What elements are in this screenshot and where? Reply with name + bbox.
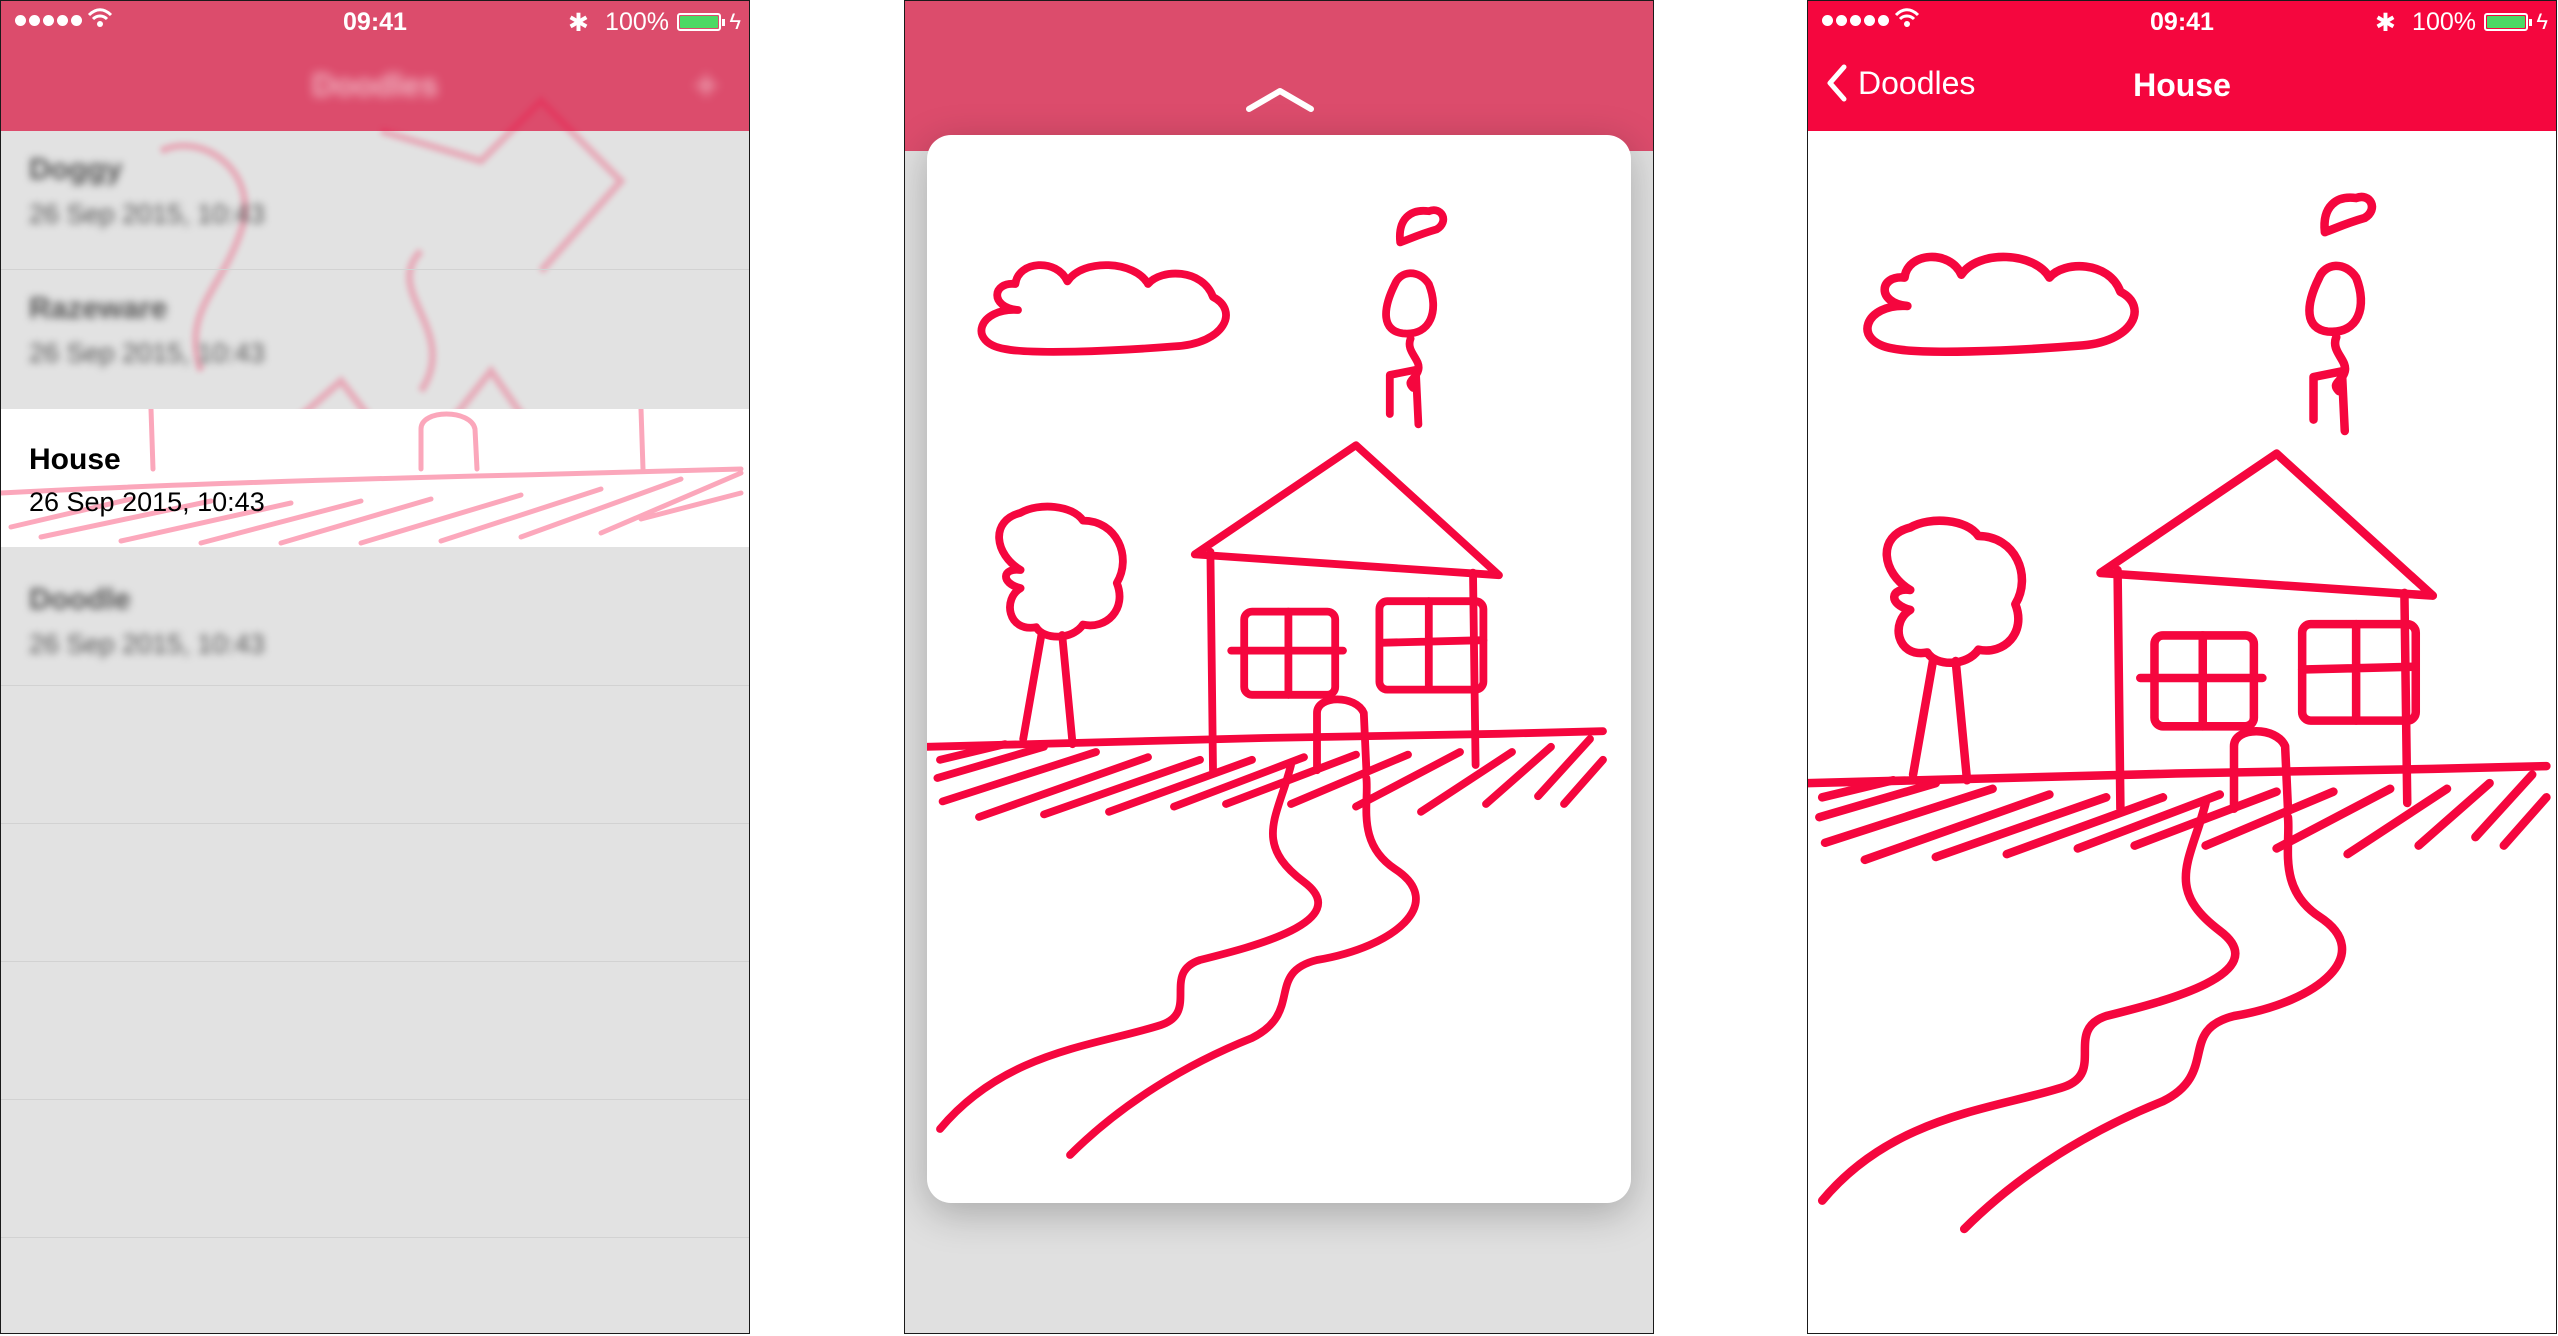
list-item-title: Doggy	[29, 153, 123, 186]
battery-percent: 100%	[605, 8, 669, 36]
list-item-selected[interactable]: House 26 Sep 2015, 10:43	[1, 409, 749, 547]
navigation-bar	[905, 1, 1653, 151]
drawing-canvas[interactable]	[1808, 131, 2557, 1334]
charging-bolt-icon: ϟ	[2536, 9, 2548, 34]
row-separator	[1, 1099, 749, 1100]
bluetooth-icon: ✱	[2375, 9, 2396, 37]
list-item[interactable]: Doggy 26 Sep 2015, 10:43	[1, 131, 749, 269]
list-screen: Doodles + 09:41 ✱ 100% ϟ Doggy 26 Sep 20…	[0, 0, 750, 1334]
battery-percent: 100%	[2412, 8, 2476, 36]
detail-screen: Doodles House 09:41 ✱ 100% ϟ	[1807, 0, 2557, 1334]
battery-icon	[677, 13, 725, 31]
list-item-date: 26 Sep 2015, 10:43	[29, 487, 265, 517]
list-item-date: 26 Sep 2015, 10:43	[29, 629, 265, 659]
list-item-title: Doodle	[29, 583, 131, 616]
status-bar: 09:41 ✱ 100% ϟ	[1808, 1, 2556, 41]
doodle-list: Doggy 26 Sep 2015, 10:43 Razeware 26 Sep…	[1, 96, 749, 1333]
peek-screen	[904, 0, 1654, 1334]
row-preview-drawing	[1, 409, 744, 546]
row-separator	[1, 823, 749, 824]
list-item-title: House	[29, 443, 121, 476]
row-separator	[1, 685, 749, 686]
house-drawing	[1808, 131, 2557, 1334]
bluetooth-icon: ✱	[568, 9, 589, 37]
house-drawing	[927, 135, 1631, 1203]
row-separator	[1, 961, 749, 962]
chevron-up-icon[interactable]	[1245, 85, 1315, 115]
status-bar: 09:41 ✱ 100% ϟ	[1, 1, 749, 41]
charging-bolt-icon: ϟ	[729, 9, 741, 34]
peek-preview-card[interactable]	[927, 135, 1631, 1203]
list-item-date: 26 Sep 2015, 10:43	[29, 338, 265, 368]
page-title: House	[2133, 67, 2231, 103]
row-separator	[1, 1237, 749, 1238]
list-item-title: Razeware	[29, 292, 168, 325]
list-item-date: 26 Sep 2015, 10:43	[29, 199, 265, 229]
list-item[interactable]: Doodle 26 Sep 2015, 10:43	[1, 547, 749, 685]
battery-icon	[2484, 13, 2532, 31]
list-item[interactable]: Razeware 26 Sep 2015, 10:43	[1, 270, 749, 408]
